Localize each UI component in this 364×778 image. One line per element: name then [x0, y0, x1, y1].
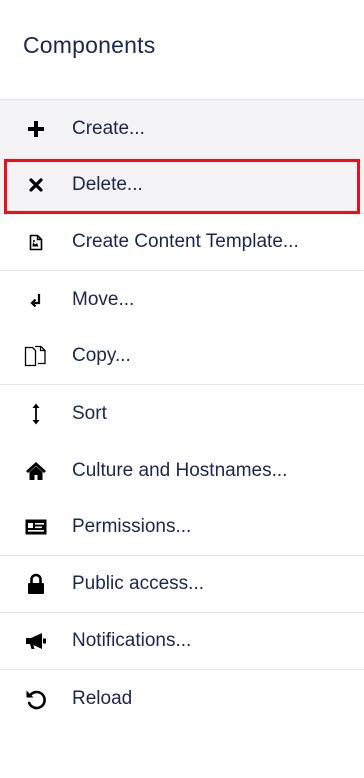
- menu-item-label: Reload: [72, 687, 133, 709]
- plus-icon: [0, 100, 72, 157]
- copy-icon: [0, 328, 72, 384]
- menu-item-public-access[interactable]: Public access...: [0, 556, 364, 613]
- menu-item-delete[interactable]: Delete...: [0, 157, 364, 214]
- menu-item-create[interactable]: Create...: [0, 100, 364, 157]
- menu-item-label: Permissions...: [72, 516, 192, 537]
- menu-item-reload[interactable]: Reload: [0, 670, 364, 727]
- menu-item-culture-hostnames[interactable]: Culture and Hostnames...: [0, 442, 364, 499]
- panel-header: Components: [0, 0, 364, 100]
- sort-arrows-icon: [0, 385, 72, 442]
- menu-item-label: Culture and Hostnames...: [72, 459, 288, 481]
- menu-item-label: Copy...: [72, 345, 131, 366]
- menu-item-move[interactable]: Move...: [0, 271, 364, 328]
- home-icon: [0, 442, 72, 499]
- close-icon: [0, 157, 72, 213]
- menu-item-label: Delete...: [72, 174, 143, 195]
- reload-icon: [0, 670, 72, 727]
- menu-item-label: Create Content Template...: [72, 231, 299, 252]
- menu-item-label: Create...: [72, 117, 145, 139]
- lock-icon: [0, 556, 72, 612]
- menu-item-notifications[interactable]: Notifications...: [0, 613, 364, 670]
- menu-item-label: Move...: [72, 288, 135, 310]
- menu-item-permissions[interactable]: Permissions...: [0, 499, 364, 556]
- menu-item-label: Sort: [72, 402, 107, 424]
- actions-menu: Create... Delete... Create Content Templ…: [0, 100, 364, 727]
- menu-item-create-content-template[interactable]: Create Content Template...: [0, 214, 364, 271]
- menu-item-label: Public access...: [72, 573, 204, 594]
- actions-panel: Components Create... Delete... Create Co…: [0, 0, 364, 778]
- menu-item-label: Notifications...: [72, 630, 192, 651]
- panel-title: Components: [23, 32, 156, 58]
- menu-item-copy[interactable]: Copy...: [0, 328, 364, 385]
- megaphone-icon: [0, 613, 72, 669]
- document-icon: [0, 214, 72, 270]
- permissions-card-icon: [0, 499, 72, 555]
- menu-item-sort[interactable]: Sort: [0, 385, 364, 442]
- move-arrow-icon: [0, 271, 72, 328]
